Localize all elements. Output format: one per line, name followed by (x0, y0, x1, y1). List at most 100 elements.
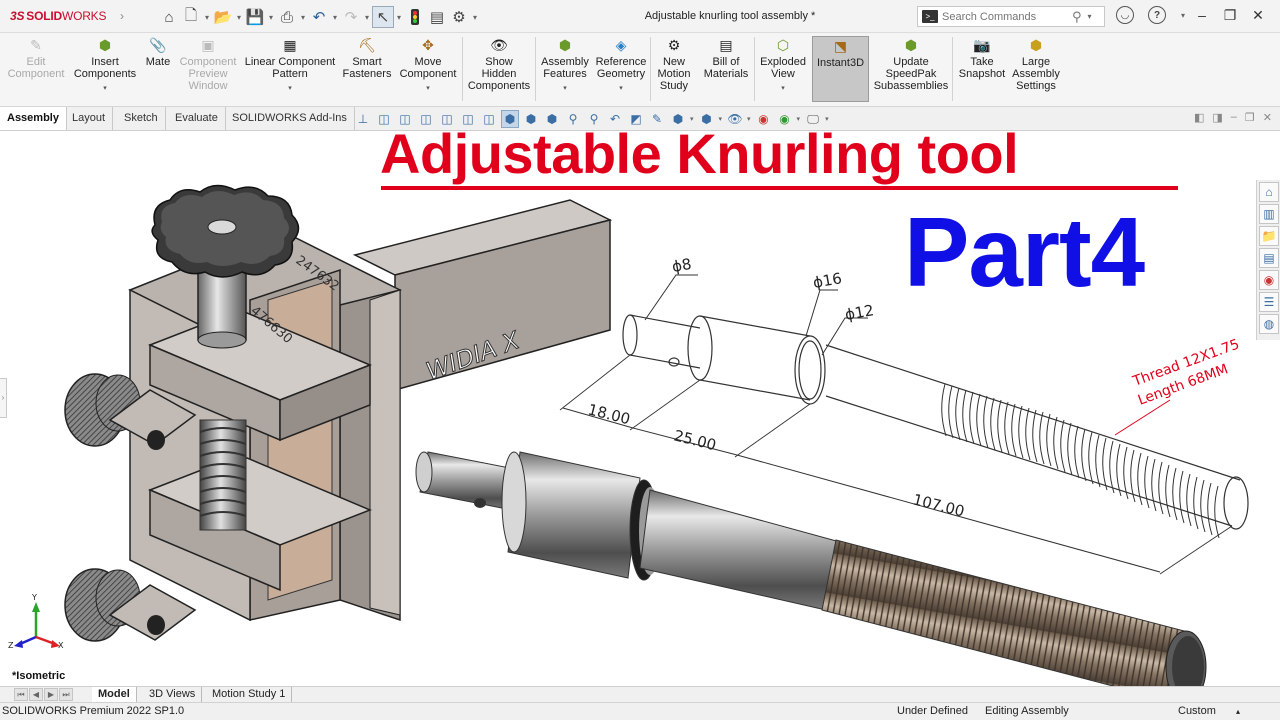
open-dropdown-icon[interactable]: ▾ (234, 13, 244, 22)
viewport-restore-icon[interactable]: ❐ (1245, 111, 1255, 124)
dimension-length-107[interactable]: 107.00 (911, 490, 966, 520)
help-dropdown-icon[interactable]: ▾ (1178, 11, 1188, 20)
file-explorer-icon[interactable]: 📁 (1259, 226, 1279, 246)
solidworks-resources-icon[interactable]: ⌂ (1259, 182, 1279, 202)
search-dropdown-icon[interactable]: ▾ (1088, 12, 1092, 21)
instant3d-button[interactable]: ⬔ Instant3D (812, 36, 869, 102)
tab-3d-views[interactable]: 3D Views (143, 687, 203, 702)
new-document-icon[interactable]: 🗋 (180, 6, 202, 28)
dimension-diameter-16[interactable]: ϕ16 (812, 269, 844, 292)
solidworks-forum-icon[interactable]: ◍ (1259, 314, 1279, 334)
component-preview-window-button[interactable]: ▣ Component Preview Window (176, 36, 240, 102)
dimension-length-25[interactable]: 25.00 (672, 426, 718, 454)
normal-to-icon[interactable]: ⊥ (354, 110, 372, 128)
minimize-icon[interactable]: – (1188, 7, 1216, 23)
search-commands-box[interactable]: >_ ⚲ ▾ (917, 6, 1105, 27)
viewport-close-icon[interactable]: ✕ (1263, 111, 1272, 124)
linear-component-pattern-button[interactable]: ▦ Linear Component Pattern ▾ (242, 36, 338, 102)
new-dropdown-icon[interactable]: ▾ (202, 13, 212, 22)
part-number-label: Part4 (904, 197, 1145, 307)
solidworks-logo[interactable]: 3S SOLIDWORKS (10, 9, 106, 23)
tab-motion-study-1[interactable]: Motion Study 1 (206, 687, 293, 702)
close-icon[interactable]: ✕ (1244, 7, 1272, 24)
tab-layout[interactable]: Layout (65, 107, 114, 130)
first-tab-icon[interactable]: ⏮ (14, 688, 28, 701)
redo-icon[interactable]: ↷ (340, 6, 362, 28)
edit-component-button[interactable]: ✎ Edit Component (4, 36, 68, 102)
new-motion-study-button[interactable]: ⚙ New Motion Study (652, 36, 696, 102)
rendered-shaft-model[interactable] (415, 451, 1207, 686)
bill-of-materials-button[interactable]: ▤ Bill of Materials (700, 36, 752, 102)
exploded-view-dropdown-icon[interactable]: ▾ (756, 83, 810, 95)
print-dropdown-icon[interactable]: ▾ (298, 13, 308, 22)
reference-geometry-dropdown-icon[interactable]: ▾ (594, 83, 648, 95)
help-icon[interactable]: ? (1148, 6, 1166, 24)
traffic-light-graphic (411, 9, 419, 25)
instant3d-label: Instant3D (816, 57, 865, 69)
user-account-icon[interactable]: ◡ (1116, 6, 1134, 24)
print-icon[interactable]: ⎙ (276, 6, 298, 28)
home-icon[interactable]: ⌂ (158, 6, 180, 28)
assembly-features-dropdown-icon[interactable]: ▾ (538, 83, 592, 95)
smart-fasteners-button[interactable]: ⛏ Smart Fasteners (340, 36, 394, 102)
options-dropdown-icon[interactable]: ▾ (470, 13, 480, 22)
viewport-left-icon[interactable]: ◧ (1194, 111, 1204, 124)
take-snapshot-button[interactable]: 📷 Take Snapshot (955, 36, 1009, 102)
last-tab-icon[interactable]: ⏭ (59, 688, 73, 701)
show-hidden-components-button[interactable]: 👁 Show Hidden Components (466, 36, 532, 102)
save-icon[interactable]: 💾 (244, 6, 266, 28)
move-component-button[interactable]: ✥ Move Component ▾ (396, 36, 460, 102)
reference-geometry-button[interactable]: ◈ Reference Geometry ▾ (594, 36, 648, 102)
open-folder-icon[interactable]: 📂 (212, 6, 234, 28)
insert-components-dropdown-icon[interactable]: ▾ (70, 83, 140, 95)
command-manager: ✎ Edit Component ⬢ Insert Components ▾ 📎… (0, 33, 1280, 107)
appearances-scenes-icon[interactable]: ◉ (1259, 270, 1279, 290)
insert-components-button[interactable]: ⬢ Insert Components ▾ (70, 36, 140, 102)
menu-expand-icon[interactable]: › (120, 9, 124, 23)
file-properties-icon[interactable]: ▤ (426, 6, 448, 28)
large-assembly-settings-button[interactable]: ⬢ Large Assembly Settings (1010, 36, 1062, 102)
feature-manager-flyout-handle[interactable]: › (0, 378, 7, 418)
exploded-view-button[interactable]: ⬡ Exploded View ▾ (756, 36, 810, 102)
search-icon[interactable]: ⚲ (1072, 9, 1082, 25)
assembly-features-label: Assembly Features (541, 56, 589, 80)
tab-sketch[interactable]: Sketch (117, 107, 166, 130)
tab-assembly[interactable]: Assembly (0, 107, 67, 130)
restore-window-icon[interactable]: ❐ (1216, 7, 1244, 24)
custom-properties-icon[interactable]: ☰ (1259, 292, 1279, 312)
unit-system-dropdown-icon[interactable]: ▴ (1236, 703, 1240, 720)
triad-x-label: X (58, 641, 64, 650)
dimension-diameter-12[interactable]: ϕ12 (844, 301, 876, 324)
previous-tab-icon[interactable]: ◀ (29, 688, 43, 701)
undo-dropdown-icon[interactable]: ▾ (330, 13, 340, 22)
tab-solidworks-addins[interactable]: SOLIDWORKS Add-Ins (225, 107, 355, 130)
mate-button[interactable]: 📎 Mate (142, 36, 174, 102)
design-library-icon[interactable]: ▥ (1259, 204, 1279, 224)
assembly-features-button[interactable]: ⬢ Assembly Features ▾ (538, 36, 592, 102)
tab-model[interactable]: Model (92, 687, 137, 702)
search-input[interactable] (942, 10, 1070, 23)
select-arrow-icon[interactable]: ↖ (372, 6, 394, 28)
tab-evaluate[interactable]: Evaluate (168, 107, 226, 130)
viewport-right-icon[interactable]: ◨ (1212, 111, 1222, 124)
options-gear-icon[interactable]: ⚙ (448, 6, 470, 28)
next-tab-icon[interactable]: ▶ (44, 688, 58, 701)
smart-fasteners-icon: ⛏ (358, 37, 376, 53)
view-palette-icon[interactable]: ▤ (1259, 248, 1279, 268)
update-speedpak-button[interactable]: ⬢ Update SpeedPak Subassemblies (872, 36, 950, 102)
dimension-length-18[interactable]: 18.00 (586, 400, 632, 428)
move-component-dropdown-icon[interactable]: ▾ (396, 83, 460, 95)
command-separator (952, 37, 953, 101)
status-definition-state: Under Defined (897, 705, 968, 717)
dimension-diameter-8[interactable]: ϕ8 (671, 255, 693, 276)
redo-dropdown-icon[interactable]: ▾ (362, 13, 372, 22)
linear-pattern-dropdown-icon[interactable]: ▾ (242, 83, 338, 95)
knurling-tool-model[interactable]: 247632 476630 WIDIA X (64, 184, 613, 642)
rebuild-traffic-light-icon[interactable] (404, 6, 426, 28)
mate-paperclip-icon: 📎 (149, 37, 167, 53)
status-unit-system[interactable]: Custom (1178, 703, 1216, 720)
viewport-minimize-icon[interactable]: – (1231, 111, 1237, 124)
save-dropdown-icon[interactable]: ▾ (266, 13, 276, 22)
undo-icon[interactable]: ↶ (308, 6, 330, 28)
select-dropdown-icon[interactable]: ▾ (394, 13, 404, 22)
